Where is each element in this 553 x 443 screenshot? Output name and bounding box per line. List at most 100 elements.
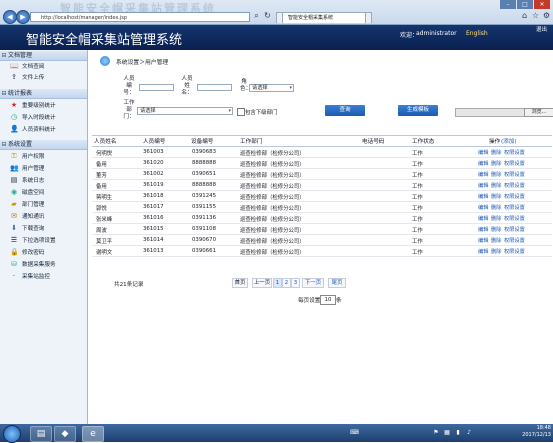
sidebar-section-settings[interactable]: ⊟系统设置 bbox=[0, 140, 87, 150]
cell-name: 何明悦 bbox=[96, 151, 113, 157]
sidebar-item-user-management[interactable]: 👥 用户管理 bbox=[10, 163, 87, 173]
start-button[interactable] bbox=[3, 425, 21, 443]
tab-active[interactable]: 智能安全帽采集系统 bbox=[282, 12, 366, 23]
edit-link[interactable]: 编辑 bbox=[478, 149, 488, 156]
include-sub-checkbox[interactable] bbox=[237, 108, 245, 116]
star-icon[interactable]: ☆ bbox=[531, 11, 540, 20]
app-taskbar-icon[interactable]: ◆ bbox=[54, 426, 76, 442]
sidebar-item-period-stats[interactable]: ◷ 导入时段统计 bbox=[10, 112, 87, 122]
delete-link[interactable]: 删除 bbox=[491, 171, 501, 178]
cell-device-no: 0390670 bbox=[192, 237, 217, 243]
search-icon[interactable]: ⌕ bbox=[252, 11, 261, 20]
edit-link[interactable]: 编辑 bbox=[478, 193, 488, 200]
cell-person-no: 361019 bbox=[143, 182, 164, 188]
home-icon[interactable]: ⌂ bbox=[520, 11, 529, 20]
gear-icon[interactable]: ⚙ bbox=[542, 11, 551, 20]
query-button[interactable]: 查询 bbox=[325, 105, 365, 116]
clock-date: 2017/12/13 bbox=[522, 432, 551, 438]
generate-template-button[interactable]: 生成模板 bbox=[398, 105, 438, 116]
edit-link[interactable]: 编辑 bbox=[478, 182, 488, 189]
back-icon[interactable]: ◀ bbox=[3, 10, 17, 24]
delete-link[interactable]: 删除 bbox=[491, 248, 501, 255]
next-page-button[interactable]: 下一页 bbox=[302, 278, 324, 288]
person-no-input[interactable] bbox=[139, 84, 174, 91]
page-2-button[interactable]: 2 bbox=[282, 278, 291, 288]
per-page-input[interactable]: 10 bbox=[320, 295, 336, 305]
permission-link[interactable]: 权限设置 bbox=[504, 149, 525, 156]
delete-link[interactable]: 删除 bbox=[491, 193, 501, 200]
flag-tray-icon[interactable]: ⚑ bbox=[432, 429, 440, 437]
maximize-button[interactable]: □ bbox=[517, 0, 533, 9]
edit-link[interactable]: 编辑 bbox=[478, 248, 488, 255]
sidebar-item-file-upload[interactable]: ⇪ 文件上传 bbox=[10, 72, 87, 82]
ie-taskbar-icon[interactable]: e bbox=[82, 426, 104, 442]
sidebar-item-person-stats[interactable]: 👤 人员资料统计 bbox=[10, 124, 87, 134]
sidebar-item-system-log[interactable]: ▤ 系统日志 bbox=[10, 175, 87, 185]
role-select[interactable]: 请选择 bbox=[249, 84, 294, 92]
delete-link[interactable]: 删除 bbox=[491, 149, 501, 156]
permission-link[interactable]: 权限设置 bbox=[504, 248, 525, 255]
sidebar-section-docs[interactable]: ⊟文档管理 bbox=[0, 51, 87, 61]
sidebar-section-reports[interactable]: ⊟统计报表 bbox=[0, 89, 87, 99]
dept-select[interactable]: 请选择 bbox=[137, 107, 233, 115]
prev-page-button[interactable]: 上一页 bbox=[252, 278, 272, 288]
sidebar-item-change-password[interactable]: 🔒 修改密码 bbox=[10, 247, 87, 257]
delete-link[interactable]: 删除 bbox=[491, 204, 501, 211]
person-icon: 👤 bbox=[10, 125, 19, 133]
edit-link[interactable]: 编辑 bbox=[478, 160, 488, 167]
file-path-input[interactable] bbox=[455, 108, 526, 117]
delete-link[interactable]: 删除 bbox=[491, 215, 501, 222]
sidebar-item-data-service[interactable]: ⛁ 数据采集服务 bbox=[10, 259, 87, 269]
sidebar-item-disk-space[interactable]: ◉ 磁盘空间 bbox=[10, 187, 87, 197]
permission-link[interactable]: 权限设置 bbox=[504, 204, 525, 211]
refresh-icon[interactable]: ↻ bbox=[263, 11, 272, 20]
permission-link[interactable]: 权限设置 bbox=[504, 237, 525, 244]
last-page-button[interactable]: 尾页 bbox=[328, 278, 346, 288]
sidebar-item-doc-browse[interactable]: 📖 文档查阅 bbox=[10, 61, 87, 71]
person-name-input[interactable] bbox=[197, 84, 232, 91]
sidebar-item-user-permissions[interactable]: ⚿ 用户权限 bbox=[10, 151, 87, 161]
delete-link[interactable]: 删除 bbox=[491, 226, 501, 233]
edit-link[interactable]: 编辑 bbox=[478, 171, 488, 178]
cell-person-no: 361013 bbox=[143, 248, 164, 254]
delete-link[interactable]: 删除 bbox=[491, 237, 501, 244]
sidebar-item-dropdown-settings[interactable]: ☰ 下拉选项设置 bbox=[10, 235, 87, 245]
language-link[interactable]: English bbox=[466, 30, 488, 37]
permission-link[interactable]: 权限设置 bbox=[504, 193, 525, 200]
edit-link[interactable]: 编辑 bbox=[478, 215, 488, 222]
edit-link[interactable]: 编辑 bbox=[478, 204, 488, 211]
permission-link[interactable]: 权限设置 bbox=[504, 182, 525, 189]
monitor-icon: · bbox=[12, 272, 16, 280]
delete-link[interactable]: 删除 bbox=[491, 160, 501, 167]
cell-department: 巡查检修部（检修分公司） bbox=[240, 151, 305, 157]
edit-link[interactable]: 编辑 bbox=[478, 226, 488, 233]
explorer-taskbar-icon[interactable]: ▤ bbox=[30, 426, 52, 442]
logout-link[interactable]: 退出 bbox=[536, 25, 547, 33]
battery-tray-icon[interactable]: ▮ bbox=[454, 429, 462, 437]
sidebar-item-departments[interactable]: ▰ 部门管理 bbox=[10, 199, 87, 209]
forward-icon[interactable]: ▶ bbox=[16, 10, 30, 24]
browse-button[interactable]: 浏览... bbox=[524, 108, 553, 117]
permission-link[interactable]: 权限设置 bbox=[504, 171, 525, 178]
address-bar[interactable]: http://localhost/manager/index.jsp bbox=[30, 12, 250, 22]
keyboard-tray-icon[interactable]: ⌨ bbox=[350, 429, 359, 437]
add-user-link[interactable]: (添加) bbox=[501, 137, 517, 145]
permission-link[interactable]: 权限设置 bbox=[504, 226, 525, 233]
sidebar-item-level-stats[interactable]: ★ 重要级别统计 bbox=[10, 100, 87, 110]
page-3-button[interactable]: 3 bbox=[291, 278, 300, 288]
sidebar-item-downloads[interactable]: ⬇ 下载查询 bbox=[10, 223, 87, 233]
system-clock[interactable]: 18:48 2017/12/13 bbox=[513, 425, 551, 439]
minimize-button[interactable]: – bbox=[500, 0, 516, 9]
permission-link[interactable]: 权限设置 bbox=[504, 215, 525, 222]
sidebar-item-notifications[interactable]: ✉ 通知通讯 bbox=[10, 211, 87, 221]
download-icon: ⬇ bbox=[11, 224, 17, 232]
page-1-button[interactable]: 1 bbox=[273, 278, 282, 288]
sidebar-item-station-monitor[interactable]: · 采集站监控 bbox=[10, 271, 87, 281]
first-page-button[interactable]: 首页 bbox=[232, 278, 248, 288]
volume-tray-icon[interactable]: ♪ bbox=[465, 429, 473, 437]
permission-link[interactable]: 权限设置 bbox=[504, 160, 525, 167]
delete-link[interactable]: 删除 bbox=[491, 182, 501, 189]
close-window-button[interactable]: ✕ bbox=[534, 0, 550, 9]
network-tray-icon[interactable]: ▦ bbox=[443, 429, 451, 437]
edit-link[interactable]: 编辑 bbox=[478, 237, 488, 244]
